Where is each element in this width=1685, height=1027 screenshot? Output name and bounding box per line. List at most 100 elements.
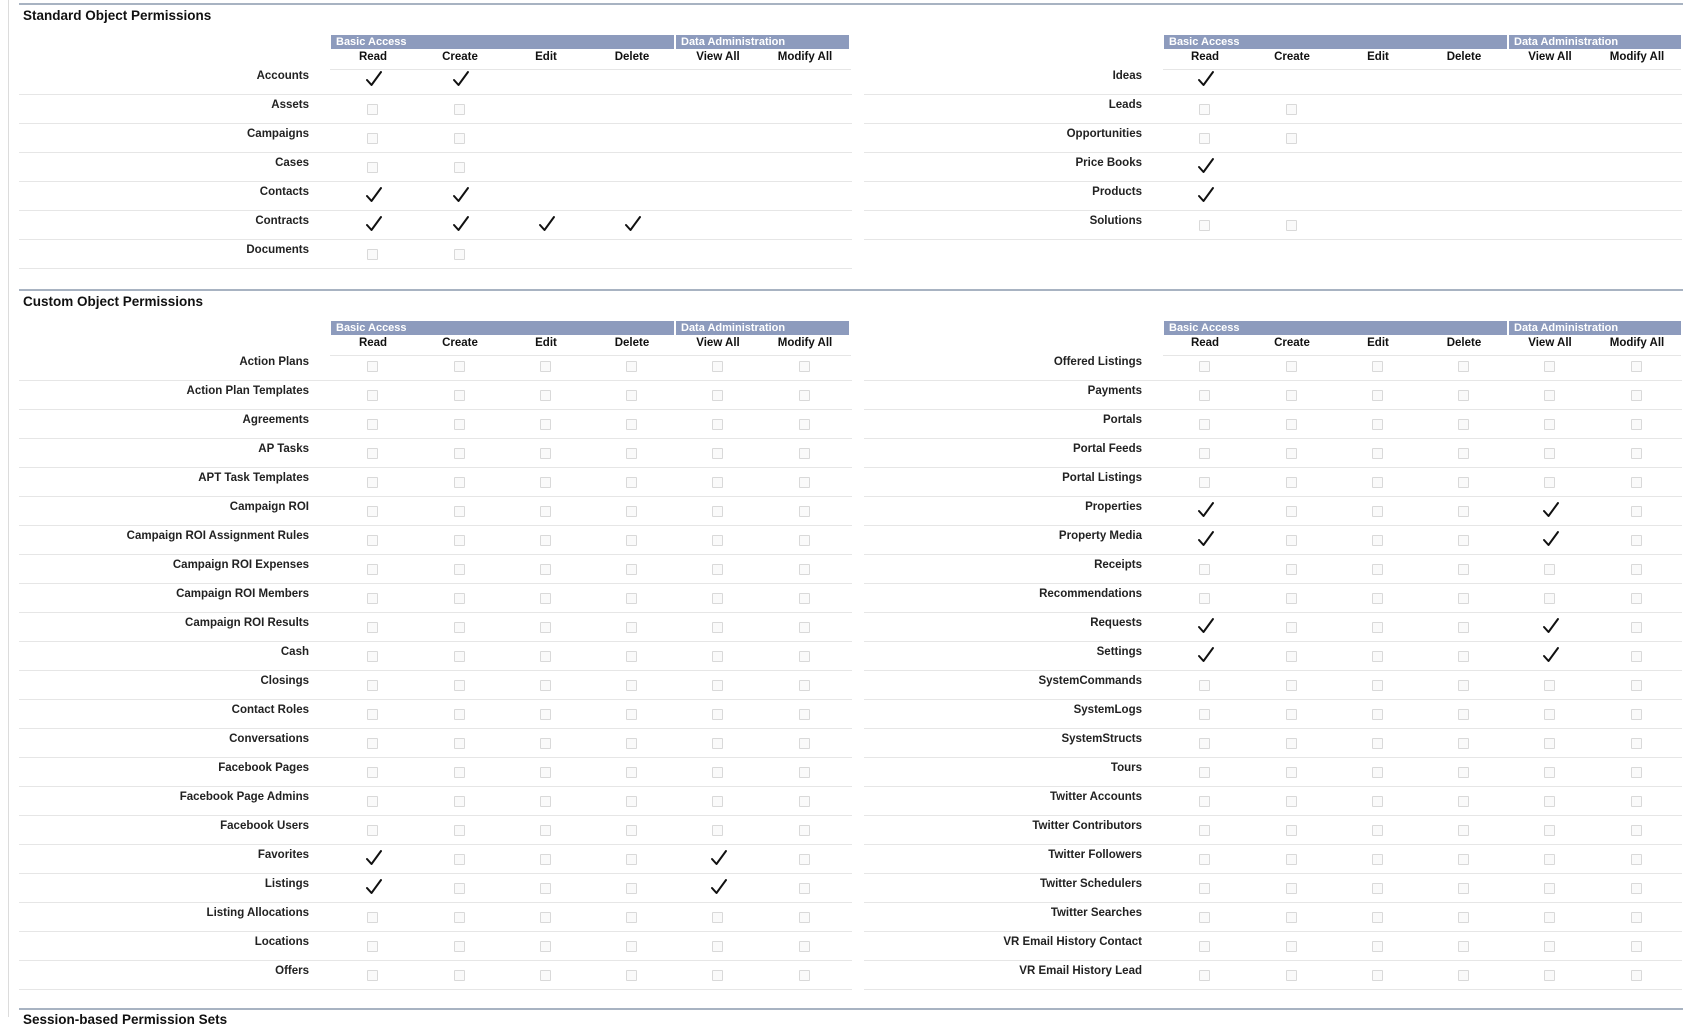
permission-checkbox[interactable]: [1199, 419, 1210, 430]
checkmark-icon[interactable]: [365, 70, 383, 88]
permission-checkbox[interactable]: [799, 361, 810, 372]
permission-checkbox[interactable]: [454, 941, 465, 952]
permission-checkbox[interactable]: [1544, 419, 1555, 430]
permission-checkbox[interactable]: [540, 767, 551, 778]
checkmark-icon[interactable]: [1197, 157, 1215, 175]
permission-checkbox[interactable]: [1372, 651, 1383, 662]
permission-checkbox[interactable]: [1372, 361, 1383, 372]
permission-checkbox[interactable]: [1544, 564, 1555, 575]
permission-checkbox[interactable]: [454, 854, 465, 865]
permission-checkbox[interactable]: [454, 361, 465, 372]
permission-checkbox[interactable]: [626, 651, 637, 662]
permission-checkbox[interactable]: [540, 825, 551, 836]
permission-checkbox[interactable]: [1631, 593, 1642, 604]
permission-checkbox[interactable]: [1199, 448, 1210, 459]
permission-checkbox[interactable]: [799, 390, 810, 401]
permission-checkbox[interactable]: [367, 535, 378, 546]
permission-checkbox[interactable]: [1458, 709, 1469, 720]
permission-checkbox[interactable]: [1631, 680, 1642, 691]
permission-checkbox[interactable]: [626, 767, 637, 778]
permission-checkbox[interactable]: [454, 535, 465, 546]
permission-checkbox[interactable]: [1631, 477, 1642, 488]
permission-checkbox[interactable]: [712, 361, 723, 372]
permission-checkbox[interactable]: [367, 361, 378, 372]
permission-checkbox[interactable]: [454, 104, 465, 115]
permission-checkbox[interactable]: [1544, 912, 1555, 923]
permission-checkbox[interactable]: [1631, 767, 1642, 778]
permission-checkbox[interactable]: [626, 883, 637, 894]
permission-checkbox[interactable]: [367, 767, 378, 778]
permission-checkbox[interactable]: [712, 738, 723, 749]
permission-checkbox[interactable]: [367, 825, 378, 836]
permission-checkbox[interactable]: [1458, 593, 1469, 604]
permission-checkbox[interactable]: [626, 680, 637, 691]
permission-checkbox[interactable]: [1199, 941, 1210, 952]
permission-checkbox[interactable]: [1544, 854, 1555, 865]
permission-checkbox[interactable]: [1458, 912, 1469, 923]
permission-checkbox[interactable]: [1372, 825, 1383, 836]
permission-checkbox[interactable]: [799, 796, 810, 807]
checkmark-icon[interactable]: [1197, 530, 1215, 548]
permission-checkbox[interactable]: [1458, 767, 1469, 778]
permission-checkbox[interactable]: [367, 651, 378, 662]
permission-checkbox[interactable]: [1372, 941, 1383, 952]
permission-checkbox[interactable]: [1631, 564, 1642, 575]
permission-checkbox[interactable]: [540, 506, 551, 517]
permission-checkbox[interactable]: [1199, 477, 1210, 488]
permission-checkbox[interactable]: [799, 854, 810, 865]
permission-checkbox[interactable]: [799, 477, 810, 488]
permission-checkbox[interactable]: [540, 564, 551, 575]
permission-checkbox[interactable]: [712, 651, 723, 662]
permission-checkbox[interactable]: [1199, 133, 1210, 144]
permission-checkbox[interactable]: [1631, 448, 1642, 459]
permission-checkbox[interactable]: [799, 651, 810, 662]
permission-checkbox[interactable]: [1458, 448, 1469, 459]
permission-checkbox[interactable]: [1458, 883, 1469, 894]
permission-checkbox[interactable]: [1199, 825, 1210, 836]
permission-checkbox[interactable]: [540, 796, 551, 807]
permission-checkbox[interactable]: [367, 448, 378, 459]
checkmark-icon[interactable]: [1197, 186, 1215, 204]
permission-checkbox[interactable]: [1372, 970, 1383, 981]
permission-checkbox[interactable]: [1631, 854, 1642, 865]
permission-checkbox[interactable]: [1372, 709, 1383, 720]
permission-checkbox[interactable]: [799, 448, 810, 459]
permission-checkbox[interactable]: [1544, 796, 1555, 807]
permission-checkbox[interactable]: [1631, 738, 1642, 749]
permission-checkbox[interactable]: [626, 564, 637, 575]
permission-checkbox[interactable]: [1372, 593, 1383, 604]
permission-checkbox[interactable]: [712, 593, 723, 604]
permission-checkbox[interactable]: [799, 767, 810, 778]
permission-checkbox[interactable]: [367, 477, 378, 488]
permission-checkbox[interactable]: [1544, 970, 1555, 981]
permission-checkbox[interactable]: [1286, 825, 1297, 836]
checkmark-icon[interactable]: [538, 215, 556, 233]
permission-checkbox[interactable]: [1631, 970, 1642, 981]
permission-checkbox[interactable]: [1372, 390, 1383, 401]
permission-checkbox[interactable]: [799, 564, 810, 575]
permission-checkbox[interactable]: [626, 970, 637, 981]
permission-checkbox[interactable]: [626, 796, 637, 807]
permission-checkbox[interactable]: [1544, 680, 1555, 691]
permission-checkbox[interactable]: [1286, 564, 1297, 575]
permission-checkbox[interactable]: [1372, 535, 1383, 546]
permission-checkbox[interactable]: [1199, 854, 1210, 865]
permission-checkbox[interactable]: [1544, 361, 1555, 372]
permission-checkbox[interactable]: [1544, 390, 1555, 401]
permission-checkbox[interactable]: [454, 738, 465, 749]
permission-checkbox[interactable]: [454, 680, 465, 691]
permission-checkbox[interactable]: [1199, 361, 1210, 372]
permission-checkbox[interactable]: [626, 506, 637, 517]
checkmark-icon[interactable]: [365, 186, 383, 204]
permission-checkbox[interactable]: [1372, 796, 1383, 807]
permission-checkbox[interactable]: [1631, 825, 1642, 836]
permission-checkbox[interactable]: [799, 738, 810, 749]
permission-checkbox[interactable]: [1631, 361, 1642, 372]
permission-checkbox[interactable]: [367, 622, 378, 633]
permission-checkbox[interactable]: [367, 390, 378, 401]
permission-checkbox[interactable]: [712, 622, 723, 633]
permission-checkbox[interactable]: [454, 564, 465, 575]
permission-checkbox[interactable]: [454, 970, 465, 981]
permission-checkbox[interactable]: [1458, 825, 1469, 836]
permission-checkbox[interactable]: [799, 593, 810, 604]
